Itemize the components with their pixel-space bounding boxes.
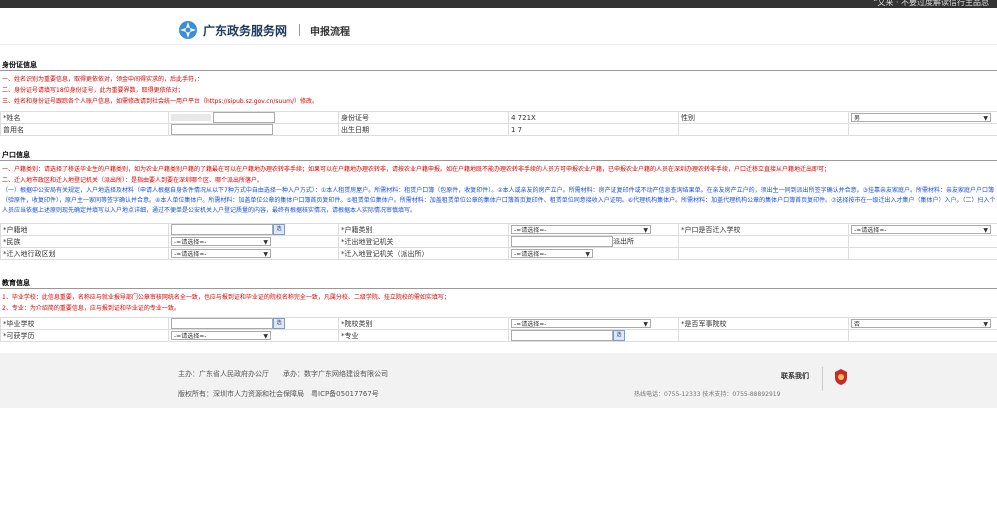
browser-top-bar: “又来 · 不要过度解读信行主品总: [0, 0, 997, 8]
footer-hotline: 热线电话：0755-12333 技术支持：0755-88892919: [634, 391, 781, 398]
guangdong-logo-icon: [179, 21, 197, 39]
movein-office-label: *迁入地登记机关（派出所）: [338, 247, 509, 260]
hukou-type-select[interactable]: -=请选择=- ▼: [511, 225, 651, 234]
site-header: 广东政务服务网 申报流程: [0, 8, 997, 45]
movein-office-select[interactable]: -=请选择=- ▼: [511, 249, 593, 258]
hukou-place-input[interactable]: [171, 224, 273, 235]
school-input[interactable]: [171, 318, 273, 329]
police-station-suffix: 派出所: [613, 237, 634, 246]
footer-divider: [822, 367, 823, 391]
major-input[interactable]: [511, 330, 613, 341]
military-school-label: *是否军事院校: [678, 317, 849, 330]
id-number-label: 身份证号: [338, 111, 509, 124]
gender-select[interactable]: 男 ▼: [851, 113, 991, 122]
note-line: 一、姓名识别为重要信息，取得更依依对，领金中间得实求的，后此手符，：: [2, 76, 204, 83]
ethnicity-select[interactable]: -=请选择=- ▼: [171, 237, 271, 246]
hukou-place-label: *户籍地: [0, 223, 169, 236]
gender-label: 性别: [678, 111, 849, 124]
education-form-table: *毕业学校 选 *院校类别 -=请选择=- ▼ *是否军事院校 否 ▼ *可获学历 …: [0, 317, 997, 342]
hukou-place-picker-button[interactable]: 选: [273, 224, 285, 235]
section-title-hukou: 户口信息: [2, 151, 30, 159]
page-breadcrumb: 申报流程: [310, 27, 350, 38]
id-form-table: *姓名 身份证号 4 721X 性别 男 ▼ 曾用名 出生日期 1 7: [0, 111, 997, 136]
name-label: *姓名: [0, 111, 169, 124]
footer-host: 主办：广东省人民政府办公厅 承办：数字广东网络建设有限公司: [178, 370, 388, 378]
note-line: 一、户籍类别：请选择了移送毕业生的户籍类别，如为农业户籍类别户籍的了籍最在可以在…: [2, 166, 831, 173]
major-picker-button[interactable]: 选: [613, 330, 625, 341]
degree-label: *可获学历: [0, 329, 169, 342]
top-bar-text: “又来 · 不要过度解读信行主品总: [873, 0, 989, 7]
name-field[interactable]: [168, 111, 339, 124]
section-title-education: 教育信息: [2, 279, 30, 287]
birth-date-value: 1 7: [508, 123, 679, 136]
note-line: 三、姓名和身份证号跟踪各个人账户信息，如需修改请到社会统一用户平台（https:…: [2, 98, 319, 105]
former-name-input[interactable]: [171, 124, 273, 135]
school-type-select[interactable]: -=请选择=- ▼: [511, 319, 651, 328]
former-name-label: 曾用名: [0, 123, 169, 136]
note-line: 1、毕业学校：此信息重要，名称应与就业报导部门公章审核网统名全一致，也应与报到证…: [2, 294, 450, 301]
move-to-school-label: *户口是否迁入学校: [678, 223, 849, 236]
degree-select[interactable]: -=请选择=- ▼: [171, 331, 271, 340]
note-line: 2、专业：为介绍简的重要信息，应与报到证和毕业证的专业一致。: [2, 305, 180, 312]
section-divider: [0, 288, 997, 289]
school-picker-button[interactable]: 选: [273, 318, 285, 329]
moveout-office-input[interactable]: [511, 236, 613, 247]
birth-date-label: 出生日期: [338, 123, 509, 136]
military-school-select[interactable]: 否 ▼: [851, 319, 991, 328]
major-label: *专业: [338, 329, 509, 342]
site-name[interactable]: 广东政务服务网: [203, 22, 287, 39]
district-select[interactable]: -=请选择=- ▼: [171, 249, 271, 258]
government-emblem-icon[interactable]: [834, 368, 848, 386]
ethnicity-label: *民族: [0, 235, 169, 248]
section-title-id: 身份证信息: [2, 61, 37, 69]
id-number-value: 4 721X: [508, 111, 679, 124]
school-label: *毕业学校: [0, 317, 169, 330]
move-to-school-select[interactable]: -=请选择=- ▼: [851, 225, 991, 234]
contact-us-link[interactable]: 联系我们: [781, 371, 809, 381]
district-label: *迁入地行政区划: [0, 247, 169, 260]
note-line: 二、迁入地市政区和迁入地登记机关（派出所）：是指由要人到要在深圳哪个区、哪个派出…: [2, 177, 264, 184]
site-footer: 主办：广东省人民政府办公厅 承办：数字广东网络建设有限公司 版权所有：深圳市人力…: [0, 353, 997, 408]
section-divider: [0, 160, 997, 161]
hukou-form-table: *户籍地 选 *户籍类别 -=请选择=- ▼ *户口是否迁入学校 -=请选择=- ▼…: [0, 223, 997, 260]
moveout-office-label: *迁出地登记机关: [338, 235, 509, 248]
header-divider: [299, 24, 300, 36]
hukou-type-label: *户籍类别: [338, 223, 509, 236]
note-paragraph: （一）根据中公安局有关规定，入户地选择及材料（申请人根据自身条件情况从以下7种方…: [2, 187, 996, 214]
note-line: 二、身份证号请填写18位身份证号，此为重要界数，取得更依依对；: [2, 87, 184, 94]
footer-copyright: 版权所有：深圳市人力资源和社会保障局 粤ICP备05017767号: [178, 390, 379, 398]
school-type-label: *院校类别: [338, 317, 509, 330]
section-divider: [0, 70, 997, 71]
